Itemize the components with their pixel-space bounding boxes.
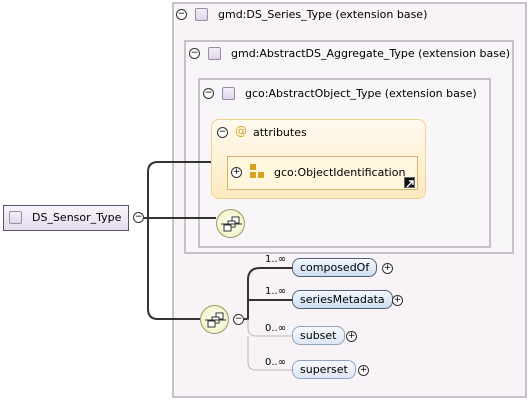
composedof-element[interactable]: composedOf	[292, 258, 378, 277]
sequence-compositor-icon-upper	[216, 209, 245, 238]
sequence-compositor-icon-lower	[200, 305, 229, 334]
superset-multiplicity: 0..∞	[265, 357, 287, 368]
sequence-collapse-toggle[interactable]: −	[233, 314, 244, 325]
seriesmetadata-multiplicity: 1..∞	[265, 286, 287, 297]
seriesmetadata-expand-toggle[interactable]: +	[392, 295, 403, 306]
composedof-expand-toggle[interactable]: +	[382, 263, 393, 274]
superset-expand-toggle[interactable]: +	[358, 365, 369, 376]
composedof-multiplicity: 1..∞	[265, 254, 287, 265]
subset-multiplicity: 0..∞	[265, 323, 287, 334]
superset-element[interactable]: superset	[292, 360, 356, 379]
subset-element[interactable]: subset	[292, 326, 345, 345]
connector-lines	[144, 161, 292, 371]
seriesmetadata-element[interactable]: seriesMetadata	[292, 290, 393, 309]
subset-expand-toggle[interactable]: +	[346, 331, 357, 342]
